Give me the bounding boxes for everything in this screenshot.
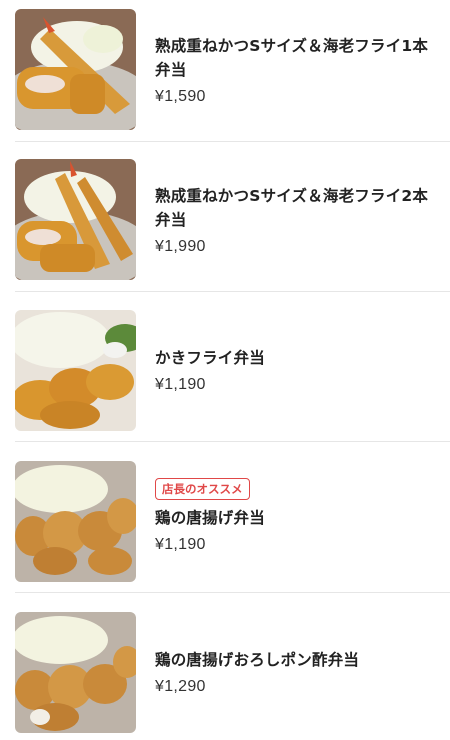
item-name: 鶏の唐揚げおろしポン酢弁当 (155, 651, 360, 669)
item-price: ¥1,990 (155, 238, 206, 255)
kaki-fry-bento-image (15, 310, 136, 431)
item-name: 鶏の唐揚げ弁当 (155, 509, 265, 527)
divider (15, 441, 450, 442)
item-name: 熟成重ねかつSサイズ＆海老フライ2本弁当 (155, 187, 429, 229)
katsu-ebi-1-bento-image (15, 9, 136, 130)
item-name: かきフライ弁当 (155, 349, 265, 367)
item-price: ¥1,190 (155, 536, 206, 553)
menu-item[interactable]: 鶏の唐揚げおろしポン酢弁当 ¥1,290 (0, 600, 450, 740)
menu-item[interactable]: 熟成重ねかつSサイズ＆海老フライ1本弁当 ¥1,590 (0, 0, 450, 140)
divider (15, 141, 450, 142)
divider (15, 291, 450, 292)
item-name: 熟成重ねかつSサイズ＆海老フライ1本弁当 (155, 37, 429, 79)
karaage-oroshi-ponzu-bento-image (15, 612, 136, 733)
menu-item[interactable]: 熟成重ねかつSサイズ＆海老フライ2本弁当 ¥1,990 (0, 150, 450, 290)
menu-list: 熟成重ねかつSサイズ＆海老フライ1本弁当 ¥1,590 熟成重ねかつSサイズ＆海… (0, 0, 450, 740)
item-price: ¥1,590 (155, 88, 206, 105)
recommend-badge: 店長のオススメ (155, 478, 250, 500)
karaage-bento-image (15, 461, 136, 582)
item-price: ¥1,290 (155, 678, 206, 695)
menu-item[interactable]: かきフライ弁当 ¥1,190 (0, 300, 450, 440)
katsu-ebi-2-bento-image (15, 159, 136, 280)
divider (15, 592, 450, 593)
item-price: ¥1,190 (155, 376, 206, 393)
menu-item[interactable]: 店長のオススメ 鶏の唐揚げ弁当 ¥1,190 (0, 450, 450, 590)
